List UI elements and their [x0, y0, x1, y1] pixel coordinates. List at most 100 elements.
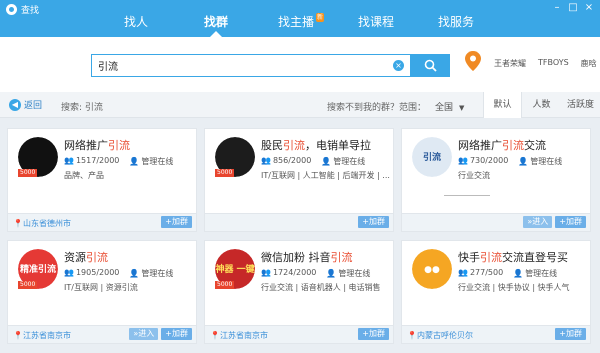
card-actions: +加群 — [161, 216, 192, 228]
admin-status: 👤 管理在线 — [129, 269, 174, 278]
close-button[interactable]: × — [582, 2, 596, 14]
member-cap-tag: 5000 — [215, 281, 235, 289]
admin-status: 👤 管理在线 — [513, 269, 558, 278]
card-footer: 📍江苏省南京市 +加群 — [205, 325, 393, 343]
members-icon: 👥 — [458, 156, 468, 165]
tab-label: 找主播 — [277, 15, 314, 29]
join-group-button[interactable]: +加群 — [358, 216, 389, 228]
group-name[interactable]: 微信加粉 抖音引流 — [261, 249, 353, 265]
enter-group-button[interactable]: »进入 — [523, 216, 553, 228]
members-icon: 👥 — [458, 268, 468, 277]
group-tags: 品牌、产品 — [64, 171, 104, 180]
group-meta: 👥 277/500 👤 管理在线 — [458, 268, 557, 279]
not-found-link[interactable]: 搜索不到我的群？ — [327, 100, 399, 113]
search-icon — [424, 59, 437, 72]
enter-group-button[interactable]: »进入 — [129, 328, 159, 340]
admin-icon: 👤 — [129, 157, 140, 166]
group-card[interactable]: 引流 网络推广引流交流 👥 730/2000 👤 管理在线 行业交流 »进入 +加群 — [401, 128, 591, 232]
card-actions: +加群 — [358, 216, 389, 228]
divider — [444, 195, 490, 196]
hot-link[interactable]: TFBOYS — [538, 58, 569, 69]
search-summary: 搜索: 引流 — [61, 103, 103, 113]
group-card[interactable]: 微商神器 一键转发 5000 微信加粉 抖音引流 👥1724/2000 👤管理在… — [204, 240, 394, 344]
tab-label: 找课程 — [357, 15, 394, 29]
tab-find-groups[interactable]: 找群 — [176, 11, 256, 37]
group-meta: 👥 1517/2000 👤 管理在线 — [64, 156, 173, 167]
tab-label: 找人 — [123, 15, 148, 29]
group-tags: IT/互联网 | 人工智能 | 后端开发 | ... — [261, 171, 390, 180]
group-avatar: 引流 — [412, 137, 452, 177]
sort-tabs: 默认 人数 活跃度 — [483, 92, 600, 118]
admin-icon: 👤 — [321, 157, 332, 166]
minimize-button[interactable]: – — [550, 2, 564, 14]
group-card[interactable]: ●● 快手引流交流直登号买 👥 277/500 👤 管理在线 行业交流 | 快手协议… — [401, 240, 591, 344]
tab-find-streamers[interactable]: 找主播新 — [256, 11, 336, 37]
card-actions: +加群 — [555, 328, 586, 340]
title-bar: 查找 – □ × 找人 找群 找主播新 找课程 找服务 — [0, 0, 600, 37]
member-count: 👥 1905/2000 — [64, 268, 120, 277]
group-name[interactable]: 快手引流交流直登号买 — [458, 249, 568, 265]
search-input[interactable] — [92, 55, 382, 76]
admin-icon: 👤 — [326, 269, 337, 278]
group-avatar: ●● — [412, 249, 452, 289]
tab-find-people[interactable]: 找人 — [96, 11, 176, 37]
range-select[interactable]: 全国 ▼ — [435, 100, 464, 113]
card-footer: »进入 +加群 — [402, 213, 590, 231]
svg-text:微商神器 一键转发: 微商神器 一键转发 — [215, 263, 255, 275]
members-icon: 👥 — [261, 156, 271, 165]
window-controls: – □ × — [550, 2, 596, 14]
join-group-button[interactable]: +加群 — [555, 216, 586, 228]
group-meta: 👥 1905/2000 👤 管理在线 — [64, 268, 173, 279]
back-button[interactable]: ◀ 返回 — [9, 98, 42, 111]
card-footer: 📍内蒙古呼伦贝尔 +加群 — [402, 325, 590, 343]
join-group-button[interactable]: +加群 — [358, 328, 389, 340]
filter-bar: ◀ 返回 搜索: 引流 搜索不到我的群？ 范围： 全国 ▼ 默认 人数 活跃度 — [0, 92, 600, 118]
join-group-button[interactable]: +加群 — [555, 328, 586, 340]
card-actions: »进入 +加群 — [523, 216, 586, 228]
members-icon: 👥 — [64, 268, 74, 277]
card-actions: +加群 — [358, 328, 389, 340]
group-tags: 行业交流 | 快手协议 | 快手人气 — [458, 283, 570, 292]
group-name[interactable]: 股民引流，电销单导拉 — [261, 137, 371, 153]
group-name[interactable]: 资源引流 — [64, 249, 108, 265]
group-name[interactable]: 网络推广引流交流 — [458, 137, 546, 153]
back-label: 返回 — [24, 101, 43, 111]
sort-tab-activity[interactable]: 活跃度 — [561, 92, 600, 118]
search-box: × — [91, 54, 411, 77]
tab-label: 找服务 — [437, 15, 474, 29]
tab-find-courses[interactable]: 找课程 — [336, 11, 416, 37]
hot-link[interactable]: 王者荣耀 — [494, 58, 526, 69]
hot-search-links: 王者荣耀 TFBOYS 鹿晗 — [494, 58, 597, 69]
card-actions: »进入 +加群 — [129, 328, 192, 340]
sort-tab-members[interactable]: 人数 — [522, 92, 561, 118]
group-location: 📍内蒙古呼伦贝尔 — [407, 331, 473, 340]
card-footer: +加群 — [205, 213, 393, 231]
group-card[interactable]: 5000 网络推广引流 👥 1517/2000 👤 管理在线 品牌、产品 📍山东省德… — [7, 128, 197, 232]
member-cap-tag: 5000 — [18, 169, 38, 177]
group-tags: IT/互联网 | 资源引流 — [64, 283, 138, 292]
search-button[interactable] — [411, 54, 450, 77]
member-cap-tag: 5000 — [215, 169, 235, 177]
members-icon: 👥 — [261, 268, 271, 277]
clear-icon[interactable]: × — [393, 60, 404, 71]
group-card[interactable]: 精准引流 5000 资源引流 👥 1905/2000 👤 管理在线 IT/互联网 |… — [7, 240, 197, 344]
tab-label: 找群 — [203, 15, 228, 29]
join-group-button[interactable]: +加群 — [161, 216, 192, 228]
app-logo-icon — [6, 4, 17, 15]
member-count: 👥 277/500 — [458, 268, 504, 277]
join-group-button[interactable]: +加群 — [161, 328, 192, 340]
member-count: 👥 1517/2000 — [64, 156, 120, 165]
sort-tab-default[interactable]: 默认 — [483, 92, 522, 118]
location-pin-icon[interactable] — [464, 50, 482, 72]
maximize-button[interactable]: □ — [566, 2, 580, 14]
hot-link[interactable]: 鹿晗 — [581, 58, 597, 69]
group-location: 📍江苏省南京市 — [210, 331, 268, 340]
group-card[interactable]: 5000 股民引流，电销单导拉 👥 856/2000 👤 管理在线 IT/互联网 |… — [204, 128, 394, 232]
member-count: 👥 1724/2000 — [261, 268, 317, 277]
tab-find-services[interactable]: 找服务 — [416, 11, 496, 37]
member-cap-tag: 5000 — [18, 281, 38, 289]
group-location: 📍山东省德州市 — [13, 219, 71, 228]
window-title-text: 查找 — [21, 6, 40, 16]
group-name[interactable]: 网络推广引流 — [64, 137, 130, 153]
group-location: 📍江苏省南京市 — [13, 331, 71, 340]
